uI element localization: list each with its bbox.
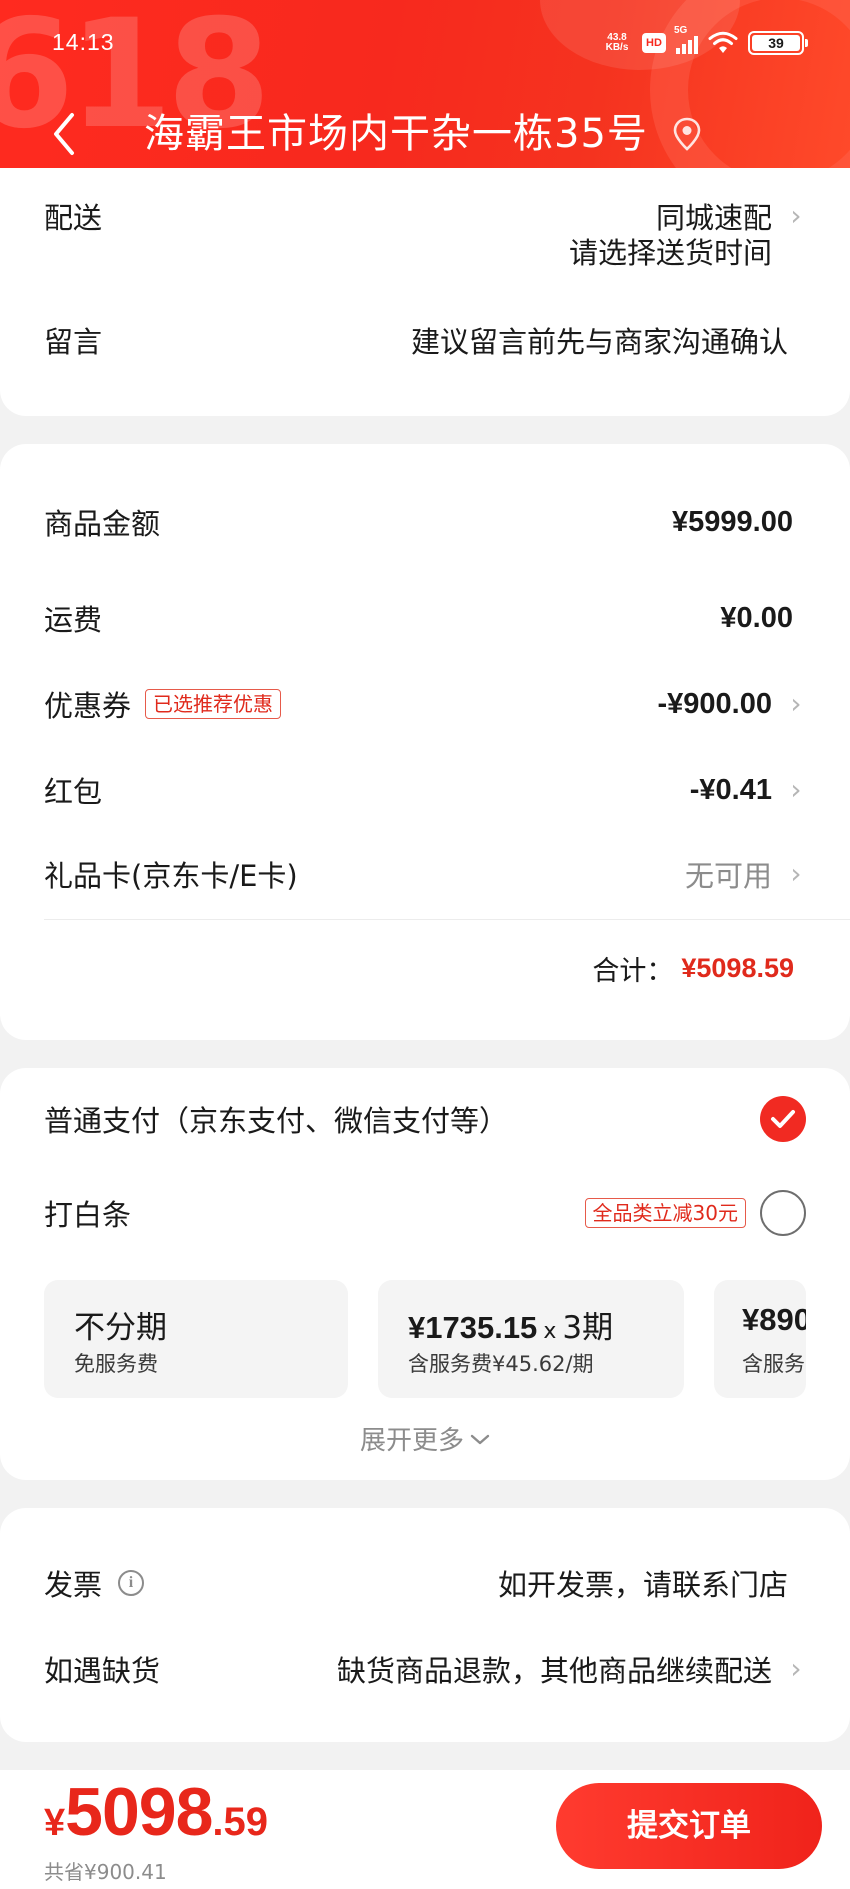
delivery-hint-row[interactable]: 请选择送货时间 [44,232,806,270]
chevron-left-icon [54,113,74,155]
delivery-time-hint: 请选择送货时间 [568,236,772,270]
installment-periods: 3期 [562,1310,614,1346]
installment-title: 不分期 [74,1310,167,1346]
hd-icon: HD [642,33,666,53]
giftcard-row[interactable]: 礼品卡(京东卡/E卡) 无可用 › [44,852,806,896]
expand-more-button[interactable]: 展开更多 [0,1420,850,1457]
redpacket-value: -¥0.41 [689,773,772,806]
baitiao-radio[interactable] [760,1190,806,1236]
chevron-right-icon: › [790,687,802,720]
chevron-down-icon [470,1430,490,1451]
message-row[interactable]: 留言 建议留言前先与商家沟通确认 [44,318,806,362]
message-input[interactable]: 建议留言前先与商家沟通确认 [411,319,788,361]
total-integer: 5098 [65,1774,213,1850]
shipping-row: 运费 ¥0.00 [44,596,806,640]
installment-option-next[interactable]: ¥890 含服务费 [714,1280,806,1398]
header: 618 14:13 43.8 KB/s HD 5G 39 海霸王市场内干杂一栋3… [0,0,850,192]
shipping-value: ¥0.00 [720,601,793,634]
coupon-label: 优惠券 [44,689,132,723]
installment-fee: 含服务费 [742,1352,806,1376]
normal-payment-label: 普通支付（京东支付、微信支付等） [44,1104,509,1138]
chevron-right-icon: › [790,857,802,890]
normal-payment-radio[interactable] [760,1096,806,1142]
total-label: 合计： [592,955,674,987]
bottom-bar: ¥5098.59 共省¥900.41 提交订单 [0,1770,850,1889]
network-type: 5G [674,25,688,36]
installment-fee: 含服务费¥45.62/期 [408,1352,594,1376]
installment-amount-line: ¥1735.15 x 3期 [408,1302,613,1347]
saved-amount: 共省¥900.41 [44,1860,167,1884]
currency-symbol: ¥ [44,1802,66,1844]
baitiao-row[interactable]: 打白条 全品类立减30元 [44,1188,806,1238]
coupon-tag: 已选推荐优惠 [145,689,282,719]
normal-payment-row[interactable]: 普通支付（京东支付、微信支付等） [44,1094,806,1144]
installment-option-3[interactable]: ¥1735.15 x 3期 含服务费¥45.62/期 [378,1280,684,1398]
location-pin-icon [673,117,701,151]
coupon-row[interactable]: 优惠券 已选推荐优惠 -¥900.00 › [44,682,806,726]
expand-more-label: 展开更多 [359,1426,464,1456]
installment-amount: ¥1735.15 [408,1310,538,1345]
invoice-label: 发票 [44,1568,103,1602]
goods-amount-row: 商品金额 ¥5999.00 [44,500,806,544]
giftcard-label: 礼品卡(京东卡/E卡) [44,859,298,893]
redpacket-row[interactable]: 红包 -¥0.41 › [44,768,806,812]
goods-amount-value: ¥5999.00 [672,505,793,538]
total-value: ¥5098.59 [681,952,794,983]
installment-option-none[interactable]: 不分期 免服务费 [44,1280,348,1398]
invoice-row[interactable]: 发票 i 如开发票，请联系门店 [44,1560,806,1606]
status-icons: 43.8 KB/s HD 5G 39 [602,26,808,59]
total-decimal: .59 [212,1800,269,1844]
chevron-right-icon: › [790,773,802,806]
invoice-value: 如开发票，请联系门店 [497,1568,788,1602]
redpacket-label: 红包 [44,775,103,809]
bottom-total-price: ¥5098.59 [44,1778,268,1846]
status-time: 14:13 [52,29,115,55]
info-icon[interactable]: i [118,1570,145,1596]
delivery-label: 配送 [44,201,103,235]
summary-divider [44,919,850,920]
chevron-right-icon: › [790,199,802,232]
wifi-icon [708,31,738,55]
location-pin-button[interactable] [668,115,706,153]
signal-icon: 5G [674,26,698,54]
stockout-label: 如遇缺货 [44,1654,161,1688]
back-button[interactable] [44,108,84,160]
coupon-value: -¥900.00 [657,687,773,720]
check-icon [760,1096,806,1142]
stockout-value: 缺货商品退款，其他商品继续配送 [336,1654,772,1688]
stockout-row[interactable]: 如遇缺货 缺货商品退款，其他商品继续配送 › [44,1646,806,1692]
chevron-right-icon: › [790,1652,802,1685]
installment-times: x [543,1319,557,1344]
total-row: 合计： ¥5098.59 [44,946,806,990]
baitiao-label: 打白条 [44,1198,132,1232]
net-speed: 43.8 KB/s [602,32,632,54]
battery-level: 39 [752,35,800,51]
status-bar: 14:13 43.8 KB/s HD 5G 39 [0,0,850,90]
giftcard-value: 无可用 [684,859,772,893]
message-label: 留言 [44,325,103,359]
shipping-label: 运费 [44,603,103,637]
submit-order-button[interactable]: 提交订单 [556,1783,822,1869]
installment-fee: 免服务费 [74,1352,158,1376]
installment-amount: ¥890 [742,1302,806,1338]
address-title[interactable]: 海霸王市场内干杂一栋35号 [144,106,648,162]
invoice-card [0,1508,850,1742]
battery-icon: 39 [748,31,808,55]
baitiao-promo-tag: 全品类立减30元 [584,1198,746,1228]
net-speed-unit: KB/s [605,42,629,53]
installment-amount-text: ¥890 [742,1302,806,1337]
goods-amount-label: 商品金额 [44,507,161,541]
